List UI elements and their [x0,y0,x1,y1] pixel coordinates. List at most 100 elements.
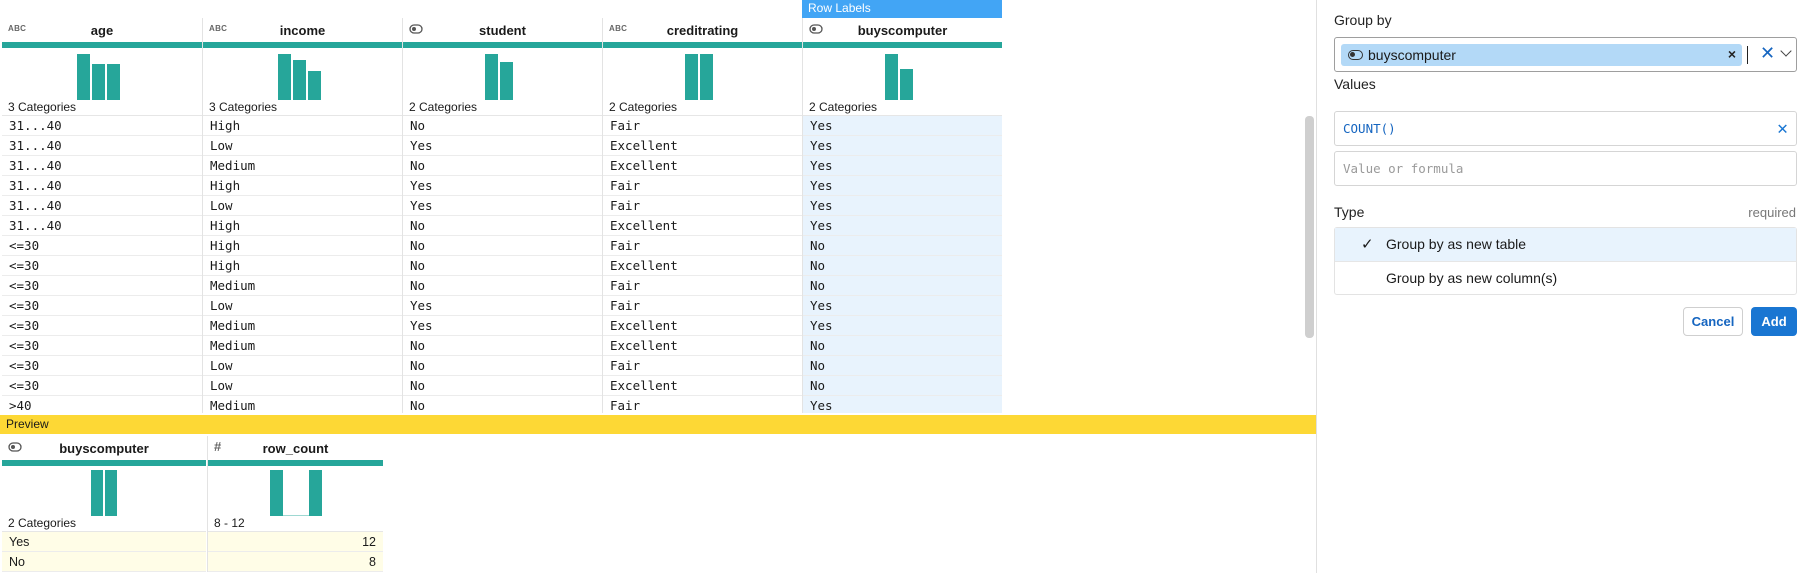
table-cell[interactable]: Yes [403,316,602,336]
table-cell[interactable]: No [403,156,602,176]
table-cell[interactable]: <=30 [2,296,202,316]
table-cell[interactable]: Low [203,376,402,396]
chip-remove-icon[interactable]: × [1728,46,1736,62]
add-button[interactable]: Add [1751,307,1797,336]
table-cell[interactable]: Low [203,356,402,376]
table-cell[interactable]: High [203,116,402,136]
table-cell[interactable]: <=30 [2,316,202,336]
table-cell[interactable]: Medium [203,156,402,176]
table-cell[interactable]: Yes [803,156,1002,176]
group-by-chip[interactable]: buyscomputer × [1341,44,1742,66]
table-cell[interactable]: Fair [603,116,802,136]
table-cell[interactable]: Yes [803,136,1002,156]
table-cell[interactable]: Yes [403,296,602,316]
table-cell[interactable]: Yes [403,136,602,156]
cancel-button[interactable]: Cancel [1683,307,1743,336]
column-header-buyscomputer[interactable]: buyscomputer [803,18,1002,42]
column-header-age[interactable]: ABC age [2,18,202,42]
table-cell[interactable]: Yes [403,196,602,216]
table-cell[interactable]: High [203,216,402,236]
clear-icon[interactable]: ✕ [1760,43,1775,64]
remove-value-icon[interactable]: ✕ [1777,112,1788,145]
table-cell[interactable]: No [403,336,602,356]
column-header-student[interactable]: student [403,18,602,42]
value-input[interactable]: Value or formula [1334,151,1797,186]
preview-cell[interactable]: No [2,552,206,572]
column-header-income[interactable]: ABC income [203,18,402,42]
table-cell[interactable]: No [803,356,1002,376]
table-cell[interactable]: No [403,236,602,256]
table-cell[interactable]: Low [203,296,402,316]
table-cell[interactable]: Fair [603,236,802,256]
table-cell[interactable]: Yes [803,396,1002,413]
table-cell[interactable]: Excellent [603,376,802,396]
table-cell[interactable]: Fair [603,396,802,413]
table-cell[interactable]: >40 [2,396,202,413]
table-cell[interactable]: 31...40 [2,196,202,216]
table-cell[interactable]: Medium [203,276,402,296]
preview-header-row_count[interactable]: # row_count [208,436,383,460]
table-cell[interactable]: High [203,176,402,196]
table-cell[interactable]: <=30 [2,236,202,256]
table-cell[interactable]: Medium [203,396,402,413]
table-cell[interactable]: Low [203,136,402,156]
table-cell[interactable]: No [403,376,602,396]
table-cell[interactable]: 31...40 [2,156,202,176]
table-cell[interactable]: No [403,256,602,276]
table-cell[interactable]: Yes [403,176,602,196]
table-cell[interactable]: No [403,396,602,413]
table-cell[interactable]: High [203,236,402,256]
table-cell[interactable]: <=30 [2,256,202,276]
preview-header-buyscomputer[interactable]: buyscomputer [2,436,206,460]
chevron-down-icon[interactable] [1780,45,1792,57]
table-cell[interactable]: <=30 [2,376,202,396]
table-cell[interactable]: Excellent [603,316,802,336]
type-option[interactable]: Group by as new column(s) [1335,261,1796,294]
table-cell[interactable]: Excellent [603,336,802,356]
table-cell[interactable]: High [203,256,402,276]
table-cell[interactable]: 31...40 [2,216,202,236]
table-cell[interactable]: No [403,356,602,376]
table-cell[interactable]: 31...40 [2,136,202,156]
table-cell[interactable]: Yes [803,316,1002,336]
table-cell[interactable]: Yes [803,196,1002,216]
table-cell[interactable]: Medium [203,336,402,356]
table-cell[interactable]: Yes [803,116,1002,136]
table-cell[interactable]: Excellent [603,216,802,236]
histogram-bar [283,515,296,516]
table-cell[interactable]: No [403,276,602,296]
table-cell[interactable]: Excellent [603,136,802,156]
value-formula-field[interactable]: COUNT() ✕ [1334,111,1797,146]
table-cell[interactable]: Yes [803,296,1002,316]
table-cell[interactable]: No [803,276,1002,296]
table-cell[interactable]: Low [203,196,402,216]
table-cell[interactable]: Fair [603,356,802,376]
table-cell[interactable]: Yes [803,216,1002,236]
preview-cell[interactable]: Yes [2,532,206,552]
type-option[interactable]: ✓ Group by as new table [1335,228,1796,261]
vertical-scrollbar[interactable] [1305,116,1314,338]
table-cell[interactable]: 31...40 [2,176,202,196]
table-cell[interactable]: <=30 [2,356,202,376]
table-cell[interactable]: Fair [603,296,802,316]
table-cell[interactable]: Fair [603,276,802,296]
table-cell[interactable]: Yes [803,176,1002,196]
table-cell[interactable]: No [803,236,1002,256]
table-cell[interactable]: No [403,216,602,236]
table-cell[interactable]: <=30 [2,336,202,356]
table-cell[interactable]: No [803,336,1002,356]
preview-cell[interactable]: 12 [208,532,383,552]
table-cell[interactable]: Excellent [603,156,802,176]
table-cell[interactable]: Excellent [603,256,802,276]
table-cell[interactable]: Fair [603,196,802,216]
column-header-creditrating[interactable]: ABC creditrating [603,18,802,42]
table-cell[interactable]: <=30 [2,276,202,296]
table-cell[interactable]: No [403,116,602,136]
table-cell[interactable]: Medium [203,316,402,336]
table-cell[interactable]: 31...40 [2,116,202,136]
table-cell[interactable]: No [803,256,1002,276]
group-by-select[interactable]: buyscomputer × ✕ [1334,37,1797,72]
table-cell[interactable]: No [803,376,1002,396]
preview-cell[interactable]: 8 [208,552,383,572]
table-cell[interactable]: Fair [603,176,802,196]
